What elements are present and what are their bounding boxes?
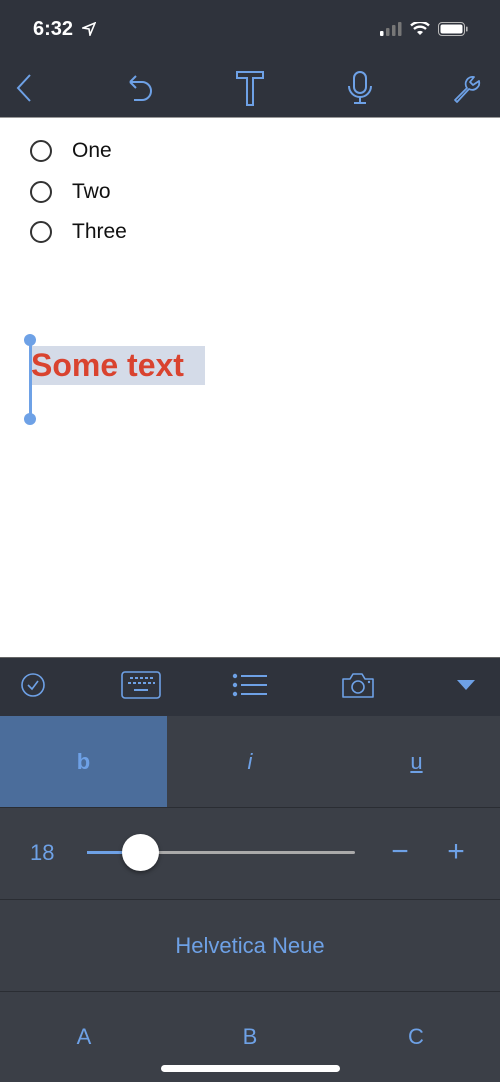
font-size-row: 18 − + xyxy=(0,808,500,900)
signal-icon xyxy=(380,22,402,41)
selection-handle-start[interactable] xyxy=(24,334,36,346)
todo-item[interactable]: One xyxy=(30,139,112,163)
todo-checkbox[interactable] xyxy=(30,140,52,162)
microphone-button[interactable] xyxy=(338,68,382,112)
bullet-list-icon xyxy=(232,673,268,702)
nav-row xyxy=(0,62,500,117)
increase-size-button[interactable]: + xyxy=(436,832,476,872)
back-button[interactable] xyxy=(2,68,46,112)
italic-button[interactable]: i xyxy=(167,716,333,807)
camera-button[interactable] xyxy=(338,668,378,706)
decrease-size-button[interactable]: − xyxy=(380,832,420,872)
battery-icon xyxy=(438,22,468,41)
status-indicators xyxy=(380,20,468,41)
style-c-button[interactable]: C xyxy=(333,1024,499,1050)
back-chevron-icon xyxy=(15,73,33,108)
camera-icon xyxy=(341,671,375,704)
todo-label: One xyxy=(72,139,112,162)
selection-handle-end[interactable] xyxy=(24,413,36,425)
todo-checkbox[interactable] xyxy=(30,221,52,243)
top-bar: 6:32 xyxy=(0,0,500,117)
selected-text[interactable]: Some text xyxy=(31,347,184,384)
wifi-icon xyxy=(410,20,430,41)
slider-thumb[interactable] xyxy=(122,834,160,871)
collapse-triangle-icon xyxy=(456,678,476,696)
keyboard-button[interactable] xyxy=(121,668,161,706)
font-name-button[interactable]: Helvetica Neue xyxy=(175,933,324,959)
editor-toolbar xyxy=(0,657,500,717)
keyboard-icon xyxy=(121,670,161,704)
undo-button[interactable] xyxy=(118,68,162,112)
microphone-icon xyxy=(347,70,373,110)
text-style-row: b i u xyxy=(0,716,500,808)
todo-item[interactable]: Two xyxy=(30,180,111,204)
checklist-button[interactable] xyxy=(13,668,53,706)
note-editor[interactable]: One Two Three xyxy=(0,117,500,658)
todo-label: Two xyxy=(72,180,111,203)
todo-checkbox[interactable] xyxy=(30,181,52,203)
font-row: Helvetica Neue xyxy=(0,900,500,992)
underline-button[interactable]: u xyxy=(333,716,500,807)
settings-button[interactable] xyxy=(446,68,490,112)
selection-caret xyxy=(29,340,32,420)
todo-label: Three xyxy=(72,220,127,243)
collapse-panel-button[interactable] xyxy=(446,668,486,706)
undo-icon xyxy=(126,73,154,108)
font-size-value: 18 xyxy=(30,840,55,865)
bold-button[interactable]: b xyxy=(0,716,167,807)
checkmark-circle-icon xyxy=(20,672,46,703)
status-time: 6:32 xyxy=(33,18,74,40)
text-format-button[interactable] xyxy=(228,68,272,112)
style-a-button[interactable]: A xyxy=(1,1024,167,1050)
todo-item[interactable]: Three xyxy=(30,220,127,244)
home-indicator[interactable] xyxy=(161,1065,340,1072)
bullet-list-button[interactable] xyxy=(230,668,270,706)
text-format-icon xyxy=(235,70,265,111)
location-arrow-icon xyxy=(80,21,97,41)
style-b-button[interactable]: B xyxy=(167,1024,333,1050)
wrench-icon xyxy=(452,72,484,109)
